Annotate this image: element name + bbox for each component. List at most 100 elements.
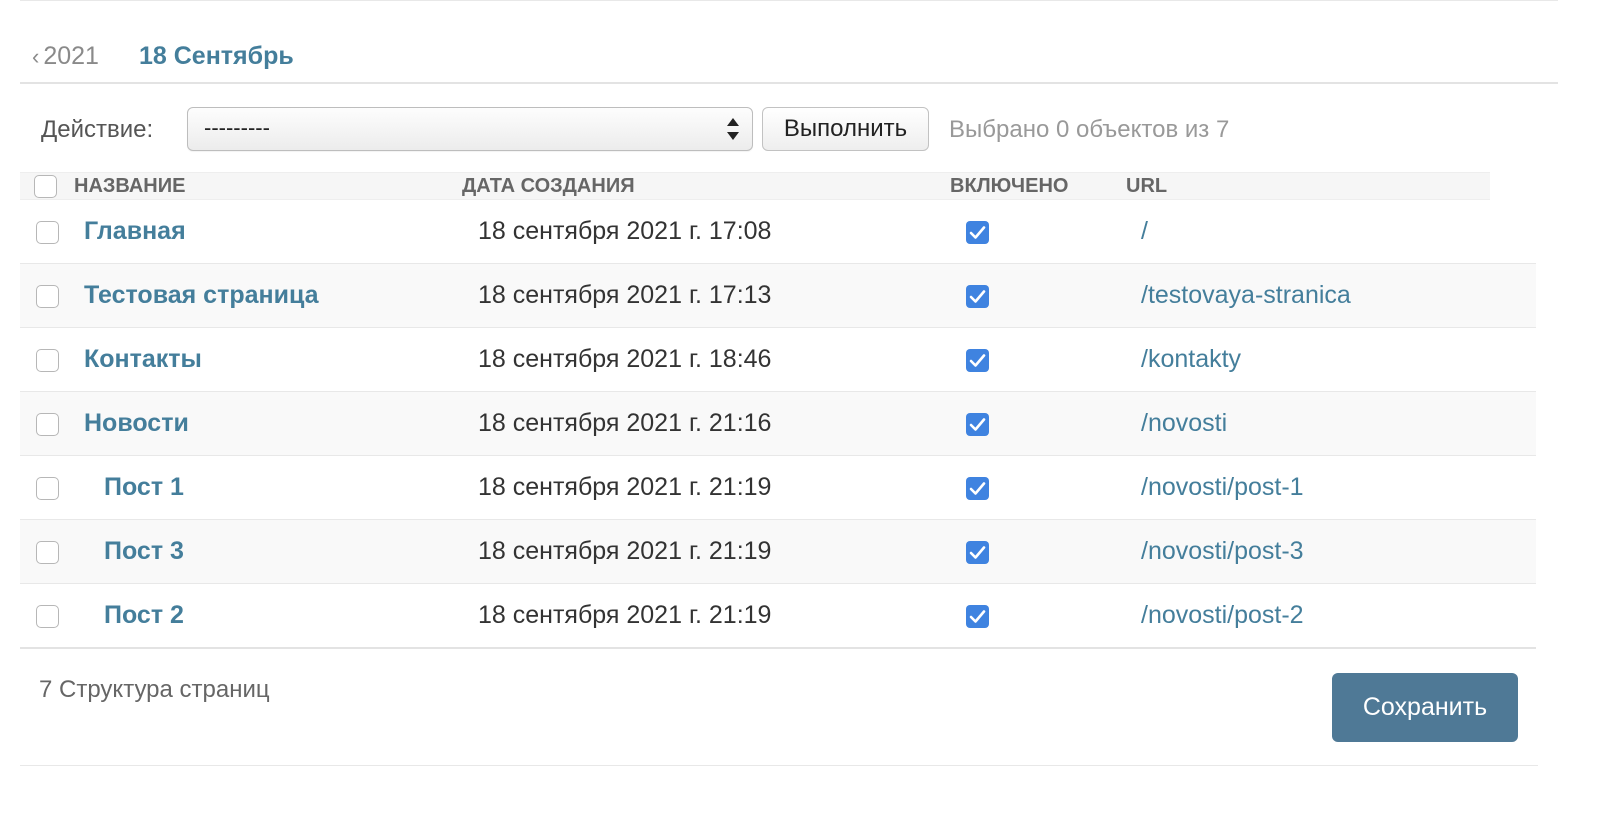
selection-counter: Выбрано 0 объектов из 7 <box>949 116 1230 143</box>
results-table: Название Дата создания Включено URL Глав… <box>20 172 1536 649</box>
row-select-checkbox[interactable] <box>36 476 59 500</box>
page-name-link[interactable]: Главная <box>84 217 186 245</box>
bottom-divider <box>20 765 1538 766</box>
checkmark-icon <box>969 290 986 303</box>
column-header-created[interactable]: Дата создания <box>462 172 950 200</box>
enabled-cell <box>950 199 1126 264</box>
select-all-checkbox[interactable] <box>34 174 57 198</box>
enabled-checkbox[interactable] <box>966 604 989 628</box>
enabled-checkbox[interactable] <box>966 476 989 500</box>
url-cell: /novosti/post-2 <box>1126 583 1490 649</box>
action-select[interactable]: --------- <box>187 107 753 151</box>
run-action-button[interactable]: Выполнить <box>762 107 929 151</box>
checkmark-icon <box>969 226 986 239</box>
row-spacer-cell <box>1490 199 1536 264</box>
row-select-cell <box>20 263 74 328</box>
top-divider <box>20 0 1558 1</box>
name-cell: Пост 1 <box>74 455 462 520</box>
name-cell: Главная <box>74 199 462 264</box>
row-select-cell <box>20 327 74 392</box>
created-date-cell: 18 сентября 2021 г. 21:19 <box>462 455 950 520</box>
row-select-cell <box>20 455 74 520</box>
column-header-spacer <box>1490 172 1536 200</box>
table-row: Тестовая страница 18 сентября 2021 г. 17:… <box>20 263 1536 328</box>
enabled-cell <box>950 263 1126 328</box>
page-url-link[interactable]: /kontakty <box>1141 345 1241 373</box>
column-header-enabled[interactable]: Включено <box>950 172 1126 200</box>
checkmark-icon <box>969 546 986 559</box>
row-spacer-cell <box>1490 327 1536 392</box>
save-button[interactable]: Сохранить <box>1332 673 1518 742</box>
enabled-checkbox[interactable] <box>966 348 989 372</box>
page-url-link[interactable]: /novosti <box>1141 409 1227 437</box>
row-select-cell <box>20 199 74 264</box>
created-date-cell: 18 сентября 2021 г. 18:46 <box>462 327 950 392</box>
row-select-checkbox[interactable] <box>36 348 59 372</box>
name-cell: Пост 2 <box>74 583 462 649</box>
checkmark-icon <box>969 609 986 623</box>
name-cell: Тестовая страница <box>74 263 462 328</box>
date-hierarchy: ‹ 2021 18 Сентябрь <box>20 34 1558 84</box>
column-header-url[interactable]: URL <box>1126 172 1490 200</box>
row-select-cell <box>20 519 74 584</box>
name-cell: Контакты <box>74 327 462 392</box>
column-header-name[interactable]: Название <box>74 172 462 200</box>
name-cell: Новости <box>74 391 462 456</box>
created-date-cell: 18 сентября 2021 г. 21:19 <box>462 519 950 584</box>
enabled-cell <box>950 519 1126 584</box>
url-cell: /novosti/post-3 <box>1126 519 1490 584</box>
action-label: Действие: <box>41 116 154 143</box>
enabled-cell <box>950 455 1126 520</box>
date-hierarchy-back-link[interactable]: ‹ 2021 <box>32 42 99 71</box>
checkmark-icon <box>969 354 986 367</box>
date-hierarchy-back-label: 2021 <box>43 42 99 70</box>
enabled-checkbox[interactable] <box>966 284 989 308</box>
page-name-link[interactable]: Новости <box>84 409 189 437</box>
enabled-cell <box>950 391 1126 456</box>
page-name-link[interactable]: Пост 1 <box>104 473 184 501</box>
table-row: Новости 18 сентября 2021 г. 21:16/novosti <box>20 391 1536 456</box>
row-select-checkbox[interactable] <box>36 412 59 436</box>
page-url-link[interactable]: / <box>1141 217 1148 245</box>
row-select-checkbox[interactable] <box>36 604 59 628</box>
row-spacer-cell <box>1490 519 1536 584</box>
table-row: Пост 1 18 сентября 2021 г. 21:19/novosti/… <box>20 455 1536 520</box>
table-body: Главная 18 сентября 2021 г. 17:08 / Тестова… <box>20 199 1536 649</box>
created-date-cell: 18 сентября 2021 г. 17:13 <box>462 263 950 328</box>
table-row: Пост 2 18 сентября 2021 г. 21:19/novosti/… <box>20 583 1536 649</box>
url-cell: / <box>1126 199 1490 264</box>
checkmark-icon <box>969 482 986 495</box>
changelist-page: ‹ 2021 18 Сентябрь Действие: --------- Вы… <box>0 0 1614 826</box>
row-spacer-cell <box>1490 455 1536 520</box>
enabled-checkbox[interactable] <box>966 220 989 244</box>
table-row: Главная 18 сентября 2021 г. 17:08 / <box>20 199 1536 264</box>
page-name-link[interactable]: Пост 2 <box>104 601 184 629</box>
chevron-left-icon: ‹ <box>32 44 40 69</box>
enabled-cell <box>950 583 1126 649</box>
page-url-link[interactable]: /novosti/post-1 <box>1141 473 1304 501</box>
select-arrows-icon <box>727 118 739 140</box>
url-cell: /kontakty <box>1126 327 1490 392</box>
table-row: Пост 3 18 сентября 2021 г. 21:19/novosti/… <box>20 519 1536 584</box>
page-url-link[interactable]: /novosti/post-3 <box>1141 537 1304 565</box>
row-select-cell <box>20 583 74 649</box>
row-select-checkbox[interactable] <box>36 540 59 564</box>
action-select-value: --------- <box>204 115 270 140</box>
row-spacer-cell <box>1490 583 1536 649</box>
enabled-checkbox[interactable] <box>966 412 989 436</box>
created-date-cell: 18 сентября 2021 г. 17:08 <box>462 199 950 264</box>
row-select-checkbox[interactable] <box>36 284 59 308</box>
table-row: Контакты 18 сентября 2021 г. 18:46/kontak… <box>20 327 1536 392</box>
paginator-count: 7 Структура страниц <box>39 676 270 703</box>
page-name-link[interactable]: Тестовая страница <box>84 281 319 309</box>
table-header-row: Название Дата создания Включено URL <box>20 172 1536 200</box>
enabled-checkbox[interactable] <box>966 540 989 564</box>
row-select-checkbox[interactable] <box>36 220 59 244</box>
url-cell: /novosti <box>1126 391 1490 456</box>
page-name-link[interactable]: Контакты <box>84 345 202 373</box>
page-url-link[interactable]: /testovaya-stranica <box>1141 281 1351 309</box>
date-hierarchy-current[interactable]: 18 Сентябрь <box>139 42 294 71</box>
page-name-link[interactable]: Пост 3 <box>104 537 184 565</box>
page-url-link[interactable]: /novosti/post-2 <box>1141 601 1304 629</box>
name-cell: Пост 3 <box>74 519 462 584</box>
